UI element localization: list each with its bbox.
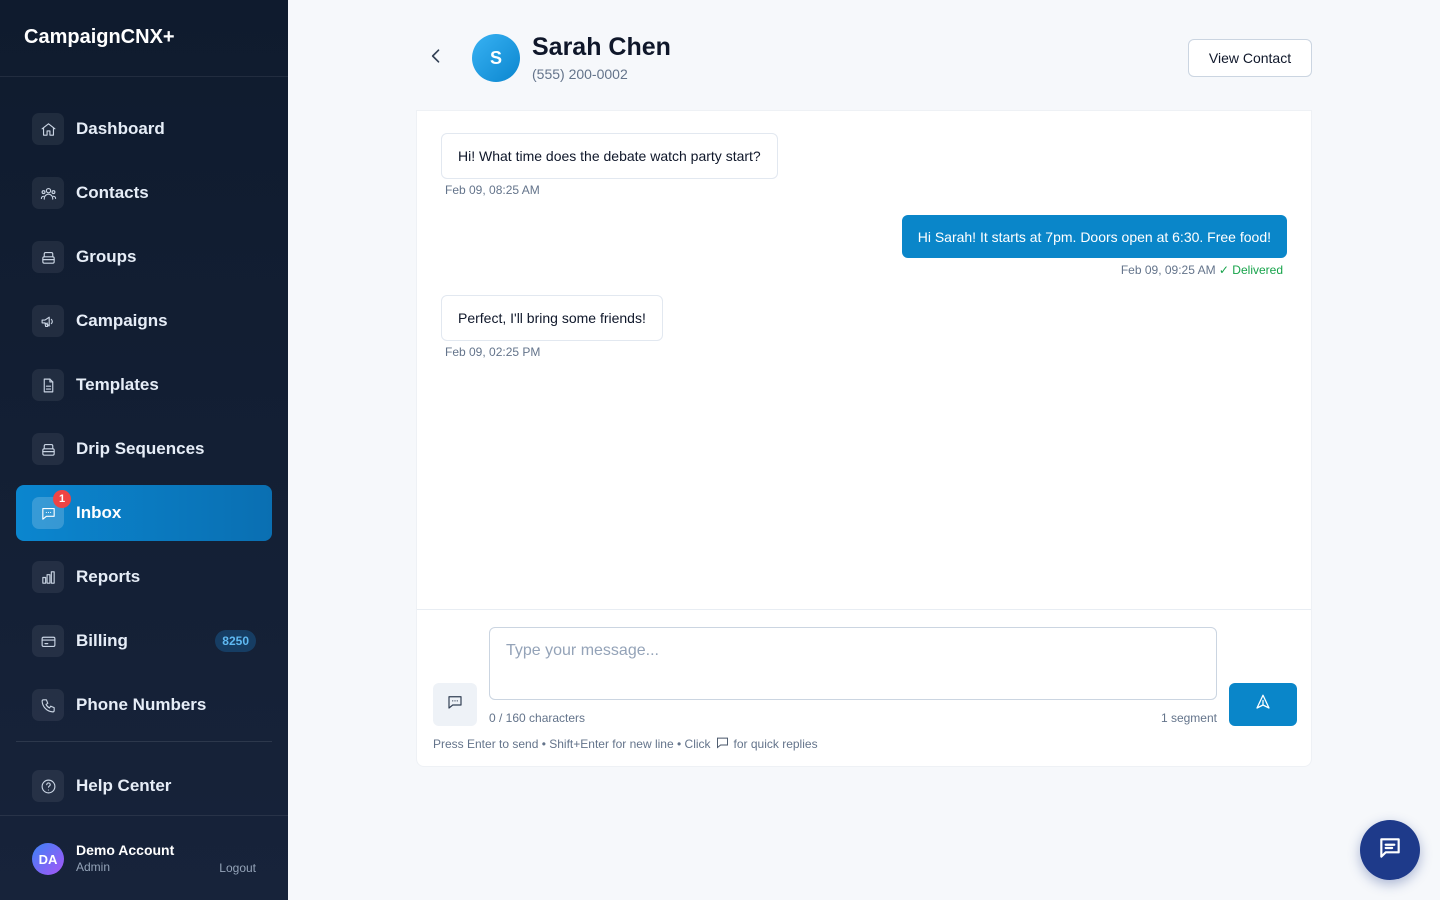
layers-icon [32, 433, 64, 465]
sidebar-item-label: Phone Numbers [76, 695, 207, 714]
sidebar-item-label: Templates [76, 375, 159, 394]
sidebar-item-help-center[interactable]: Help Center [16, 758, 272, 814]
sidebar-item-label: Campaigns [76, 311, 168, 330]
sidebar-item-label: Reports [76, 567, 141, 586]
sidebar: CampaignCNX+ Dashboard Contacts Groups C… [0, 0, 288, 900]
document-icon [32, 369, 64, 401]
message-bubble-outgoing: Hi Sarah! It starts at 7pm. Doors open a… [901, 215, 1287, 258]
message-meta: Feb 09, 09:25 AM ✓ Delivered [1121, 263, 1283, 277]
megaphone-icon [32, 305, 64, 337]
avatar: DA [32, 843, 64, 875]
message-square-icon [711, 735, 734, 753]
composer-hint: Press Enter to send • Shift+Enter for ne… [433, 735, 818, 753]
character-count: 0 / 160 characters [489, 711, 586, 725]
sidebar-item-label: Inbox [76, 503, 122, 522]
support-chat-button[interactable] [1360, 820, 1420, 880]
sidebar-item-contacts[interactable]: Contacts [16, 165, 272, 221]
chevron-left-icon [426, 46, 446, 71]
unread-badge: 1 [53, 490, 71, 508]
sidebar-item-campaigns[interactable]: Campaigns [16, 293, 272, 349]
help-circle-icon [32, 770, 64, 802]
chat-icon: 1 [32, 490, 71, 529]
sidebar-item-label: Contacts [76, 183, 149, 202]
hint-text: Press Enter to send • Shift+Enter for ne… [433, 737, 711, 751]
account-role: Admin [76, 860, 111, 874]
bar-chart-icon [32, 561, 64, 593]
message-input[interactable] [489, 627, 1217, 700]
send-icon [1254, 693, 1272, 716]
sidebar-item-label: Dashboard [76, 119, 165, 138]
message-timestamp: Feb 09, 09:25 AM [1120, 263, 1216, 277]
account-name: Demo Account [76, 842, 175, 858]
sidebar-item-label: Groups [76, 247, 137, 266]
message-timestamp: Feb 09, 08:25 AM [445, 183, 540, 197]
back-button[interactable] [424, 46, 448, 70]
message-bubble-incoming: Perfect, I'll bring some friends! [441, 295, 663, 341]
account-panel: DA Demo Account Admin Logout [0, 815, 288, 900]
sidebar-item-inbox[interactable]: 1 Inbox [16, 485, 272, 541]
delivery-status: ✓ Delivered [1218, 263, 1283, 277]
chat-panel: Hi! What time does the debate watch part… [416, 110, 1312, 767]
sidebar-item-label: Drip Sequences [76, 439, 205, 458]
sidebar-item-templates[interactable]: Templates [16, 357, 272, 413]
chat-bubble-icon [1377, 835, 1403, 866]
sidebar-item-drip-sequences[interactable]: Drip Sequences [16, 421, 272, 477]
sidebar-item-label: Help Center [76, 776, 172, 795]
sidebar-divider [16, 741, 272, 742]
contact-phone: (555) 200-0002 [532, 66, 628, 82]
sidebar-nav: Dashboard Contacts Groups Campaigns Temp… [16, 101, 272, 741]
app-logo: CampaignCNX+ [0, 0, 288, 77]
hint-text: for quick replies [733, 737, 818, 751]
quick-replies-button[interactable] [433, 683, 477, 726]
segment-count: 1 segment [1160, 711, 1217, 725]
sidebar-item-dashboard[interactable]: Dashboard [16, 101, 272, 157]
contact-name: Sarah Chen [532, 33, 671, 61]
sidebar-item-groups[interactable]: Groups [16, 229, 272, 285]
sidebar-item-billing[interactable]: Billing 8250 [16, 613, 272, 669]
logout-link[interactable]: Logout [219, 861, 256, 875]
phone-icon [32, 689, 64, 721]
send-button[interactable] [1229, 683, 1297, 726]
message-timestamp: Feb 09, 02:25 PM [445, 345, 541, 359]
contact-avatar: S [472, 34, 520, 82]
sidebar-item-label: Billing [76, 631, 128, 650]
users-icon [32, 177, 64, 209]
sidebar-item-reports[interactable]: Reports [16, 549, 272, 605]
layers-icon [32, 241, 64, 273]
credit-card-icon [32, 625, 64, 657]
message-bubble-incoming: Hi! What time does the debate watch part… [441, 133, 778, 179]
message-composer: 0 / 160 characters 1 segment Press Enter… [417, 609, 1311, 767]
sidebar-item-phone-numbers[interactable]: Phone Numbers [16, 677, 272, 733]
credits-badge: 8250 [215, 630, 256, 652]
home-icon [32, 113, 64, 145]
view-contact-button[interactable]: View Contact [1188, 39, 1312, 77]
message-square-icon [446, 693, 464, 716]
